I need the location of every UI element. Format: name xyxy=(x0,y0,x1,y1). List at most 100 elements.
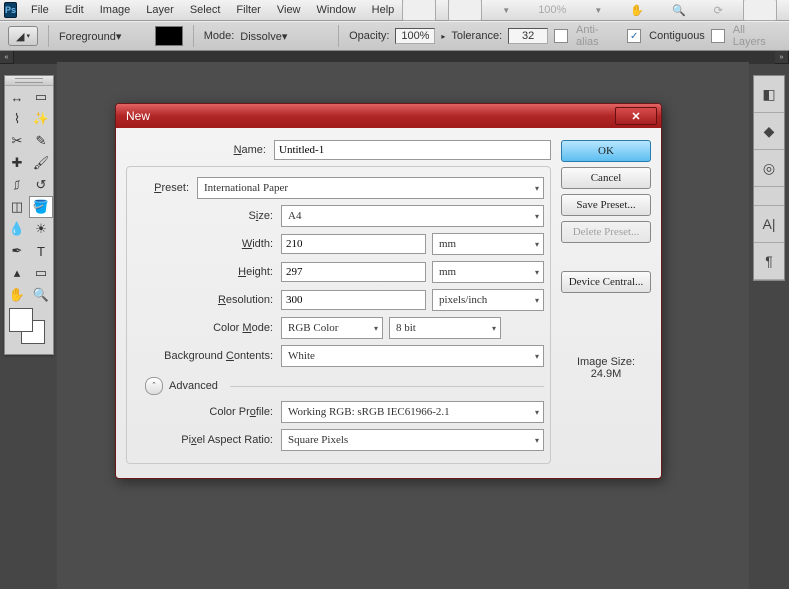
resolution-unit-select[interactable]: pixels/inch▾ xyxy=(432,289,544,311)
par-label: Pixel Aspect Ratio: xyxy=(133,434,281,446)
opacity-input[interactable]: 100% xyxy=(395,28,435,44)
pen-tool[interactable]: ✒ xyxy=(5,240,29,262)
fill-swatch[interactable] xyxy=(155,26,183,46)
zoom-level[interactable]: 100% xyxy=(530,1,574,19)
alllayers-label: All Layers xyxy=(733,24,781,48)
image-size-label: Image Size: xyxy=(561,356,651,368)
opacity-label: Opacity: xyxy=(349,30,389,42)
menu-file[interactable]: File xyxy=(23,1,57,19)
options-bar: ◢▾ Foreground▾ Mode: Dissolve▾ Opacity: … xyxy=(0,21,789,51)
panel-slot-2[interactable]: ◆ xyxy=(754,113,784,150)
name-label: Name: xyxy=(126,144,274,156)
right-panel: ◧ ◆ ◎ A| ¶ xyxy=(753,75,785,281)
size-label: Size: xyxy=(133,210,281,222)
panel-slot-1[interactable]: ◧ xyxy=(754,76,784,113)
heal-tool[interactable]: ✚ xyxy=(5,152,29,174)
device-central-button[interactable]: Device Central... xyxy=(561,271,651,293)
resolution-label: Resolution: xyxy=(133,294,281,306)
dialog-titlebar[interactable]: New ✕ xyxy=(116,104,661,128)
toolbox: ↔ ▭ ⌇ ✨ ✂ ✎ ✚ 🖌 ⎎ ↺ ◫ 🪣 💧 ☀ ✒ T ▴ ▭ ✋ 🔍 xyxy=(4,75,54,355)
blur-tool[interactable]: 💧 xyxy=(5,218,29,240)
collapse-left[interactable]: « xyxy=(0,51,14,64)
bitdepth-select[interactable]: 8 bit▾ xyxy=(389,317,501,339)
mode-label: Mode: xyxy=(204,30,235,42)
name-input[interactable] xyxy=(274,140,551,160)
contiguous-checkbox[interactable]: ✓ xyxy=(627,29,641,43)
colormode-select[interactable]: RGB Color▾ xyxy=(281,317,383,339)
history-brush-tool[interactable]: ↺ xyxy=(29,174,53,196)
eyedropper-tool[interactable]: ✎ xyxy=(29,130,53,152)
bridge-button[interactable] xyxy=(402,0,436,21)
contiguous-label: Contiguous xyxy=(649,30,705,42)
shape-tool[interactable]: ▭ xyxy=(29,262,53,284)
rotate-icon[interactable]: ⟳ xyxy=(706,1,731,20)
tool-preset-button[interactable]: ◢▾ xyxy=(8,26,38,46)
zoom-tool[interactable]: 🔍 xyxy=(29,284,53,306)
foreground-swatch[interactable] xyxy=(9,308,33,332)
eraser-tool[interactable]: ◫ xyxy=(5,196,29,218)
save-preset-button[interactable]: Save Preset... xyxy=(561,194,651,216)
color-swatches[interactable] xyxy=(5,306,53,354)
dodge-tool[interactable]: ☀ xyxy=(29,218,53,240)
crop-tool[interactable]: ✂ xyxy=(5,130,29,152)
antialias-label: Anti-alias xyxy=(576,24,621,48)
tolerance-label: Tolerance: xyxy=(451,30,502,42)
bgcontents-select[interactable]: White▾ xyxy=(281,345,544,367)
menu-edit[interactable]: Edit xyxy=(57,1,92,19)
profile-label: Color Profile: xyxy=(133,406,281,418)
zoom-icon[interactable]: 🔍 xyxy=(664,1,694,20)
menu-image[interactable]: Image xyxy=(92,1,139,19)
preset-select[interactable]: International Paper▾ xyxy=(197,177,544,199)
height-unit-select[interactable]: mm▾ xyxy=(432,261,544,283)
delete-preset-button: Delete Preset... xyxy=(561,221,651,243)
profile-select[interactable]: Working RGB: sRGB IEC61966-2.1▾ xyxy=(281,401,544,423)
menu-layer[interactable]: Layer xyxy=(138,1,182,19)
path-select-tool[interactable]: ▴ xyxy=(5,262,29,284)
new-document-dialog: New ✕ Name: Preset: International Paper▾… xyxy=(115,103,662,479)
ok-button[interactable]: OK xyxy=(561,140,651,162)
advanced-label: Advanced xyxy=(169,380,218,392)
type-tool[interactable]: T xyxy=(29,240,53,262)
fill-source-select[interactable]: Foreground▾ xyxy=(59,30,149,43)
toolbox-grip[interactable] xyxy=(5,76,53,86)
cancel-button[interactable]: Cancel xyxy=(561,167,651,189)
extras-button[interactable] xyxy=(448,0,482,21)
menu-bar: Ps File Edit Image Layer Select Filter V… xyxy=(0,0,789,21)
height-label: Height: xyxy=(133,266,281,278)
collapse-right[interactable]: » xyxy=(775,51,789,64)
menu-help[interactable]: Help xyxy=(364,1,403,19)
move-tool[interactable]: ↔ xyxy=(5,86,29,108)
par-select[interactable]: Square Pixels▾ xyxy=(281,429,544,451)
advanced-toggle[interactable]: ˆ xyxy=(145,377,163,395)
panel-slot-4[interactable]: A| xyxy=(754,206,784,243)
lasso-tool[interactable]: ⌇ xyxy=(5,108,29,130)
panel-slot-5[interactable]: ¶ xyxy=(754,243,784,280)
menu-filter[interactable]: Filter xyxy=(228,1,268,19)
preset-label: Preset: xyxy=(133,182,197,194)
bgcontents-label: Background Contents: xyxy=(133,350,281,362)
blend-mode-select[interactable]: Dissolve▾ xyxy=(240,30,328,43)
width-unit-select[interactable]: mm▾ xyxy=(432,233,544,255)
width-label: Width: xyxy=(133,238,281,250)
wand-tool[interactable]: ✨ xyxy=(29,108,53,130)
dialog-title: New xyxy=(126,109,150,123)
marquee-tool[interactable]: ▭ xyxy=(29,86,53,108)
height-input[interactable] xyxy=(281,262,426,282)
brush-tool[interactable]: 🖌 xyxy=(29,152,53,174)
alllayers-checkbox[interactable] xyxy=(711,29,725,43)
tolerance-input[interactable]: 32 xyxy=(508,28,548,44)
panel-slot-3[interactable]: ◎ xyxy=(754,150,784,187)
stamp-tool[interactable]: ⎎ xyxy=(5,174,29,196)
width-input[interactable] xyxy=(281,234,426,254)
resolution-input[interactable] xyxy=(281,290,426,310)
menu-window[interactable]: Window xyxy=(309,1,364,19)
antialias-checkbox[interactable] xyxy=(554,29,568,43)
menu-select[interactable]: Select xyxy=(182,1,229,19)
bucket-tool[interactable]: 🪣 xyxy=(29,196,53,218)
menu-view[interactable]: View xyxy=(269,1,309,19)
size-select[interactable]: A4▾ xyxy=(281,205,544,227)
arrange-button[interactable] xyxy=(743,0,777,21)
close-button[interactable]: ✕ xyxy=(615,107,657,125)
hand-tool[interactable]: ✋ xyxy=(5,284,29,306)
hand-icon[interactable]: ✋ xyxy=(622,1,652,20)
